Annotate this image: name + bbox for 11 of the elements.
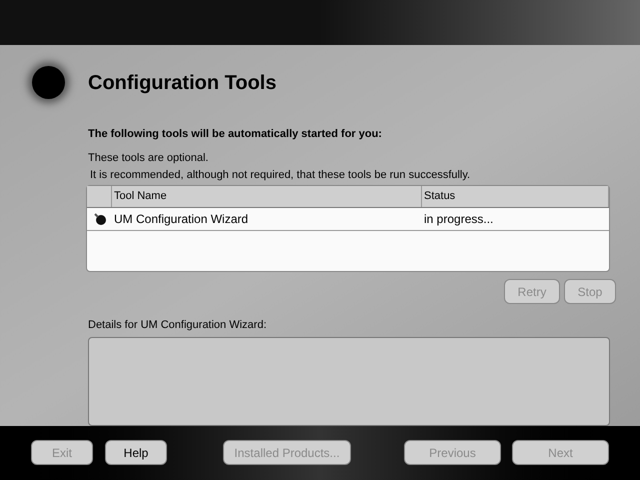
intro-heading: The following tools will be automatically started for you:	[88, 126, 383, 142]
table-cell-text: in progress...	[423, 211, 494, 228]
wizard-button[interactable]: Help	[105, 440, 167, 466]
page-title: Configuration Tools	[88, 70, 276, 96]
column-header[interactable]: Tool Name	[112, 186, 422, 208]
details-label: Details for UM Configuration Wizard:	[88, 318, 268, 334]
bullet-icon	[32, 66, 65, 100]
intro-text: It is recommended, although not required, that these tools be run successfully.	[89, 168, 472, 184]
intro-text: These tools are optional.	[88, 151, 210, 166]
column-header[interactable]: Status	[422, 186, 609, 208]
table-cell-text: UM Configuration Wizard	[113, 211, 250, 228]
